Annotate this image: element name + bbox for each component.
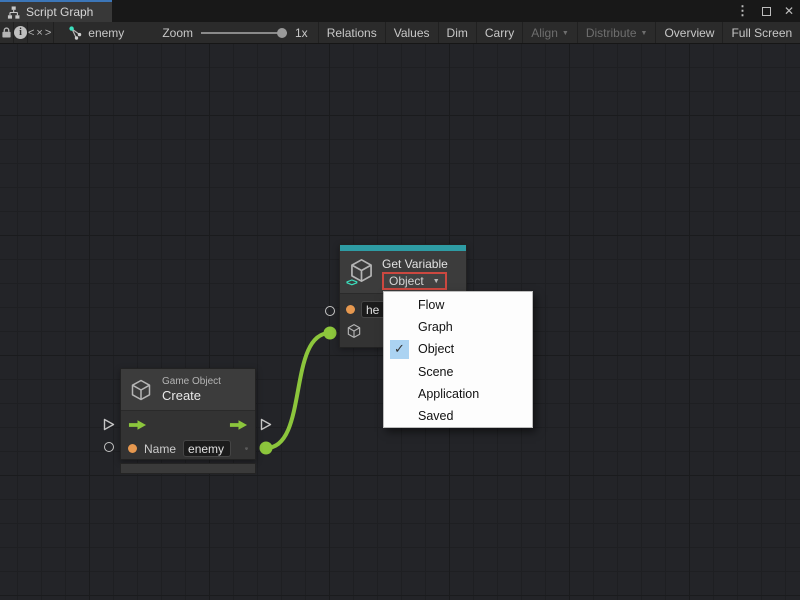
connection-wire[interactable] [266, 333, 330, 448]
zoom-control: Zoom 1x [136, 22, 317, 43]
gameobject-output-icon[interactable] [245, 440, 248, 457]
chevron-down-icon: ▼ [433, 278, 440, 285]
overview-button[interactable]: Overview [655, 22, 722, 43]
lock-icon [0, 26, 13, 39]
chevron-down-icon: ▼ [562, 30, 569, 37]
menu-item-object[interactable]: ✓ Object [384, 338, 532, 360]
get-variable-header[interactable]: <> Get Variable Object ▼ [340, 251, 466, 294]
code-preview-button[interactable]: <×> [28, 22, 54, 43]
flow-in-arrow-icon[interactable] [128, 419, 147, 431]
graph-canvas[interactable]: <> Get Variable Object ▼ [0, 44, 800, 600]
create-node-body: Name [121, 411, 255, 461]
toolbar-button-group: Relations Values Dim Carry Align▼ Distri… [318, 22, 800, 43]
node-type-label: Game Object [162, 376, 221, 387]
check-icon: ✓ [390, 340, 409, 359]
create-name-input-port[interactable] [104, 442, 114, 452]
string-port-icon[interactable] [128, 444, 137, 453]
full-screen-button[interactable]: Full Screen [722, 22, 800, 43]
gameobject-cube-icon [129, 378, 153, 402]
create-flow-input-port[interactable] [103, 418, 115, 431]
create-flow-output-port[interactable] [260, 418, 272, 431]
info-button[interactable]: i [14, 22, 28, 43]
info-icon: i [14, 26, 27, 39]
tab-title: Script Graph [26, 5, 93, 19]
zoom-label: Zoom [162, 26, 193, 40]
zoom-value: 1x [295, 26, 308, 40]
distribute-button: Distribute▼ [577, 22, 656, 43]
menu-item-flow[interactable]: ✓ Flow [384, 294, 532, 316]
name-port-label: Name [144, 442, 176, 456]
scope-value-label: Object [389, 274, 424, 288]
graph-variables-icon [68, 26, 82, 40]
variable-scope-dropdown[interactable]: Object ▼ [382, 272, 447, 290]
code-brackets-icon: <> [346, 277, 357, 289]
window-menu-button[interactable]: ⋮ [736, 3, 749, 19]
menu-item-scene[interactable]: ✓ Scene [384, 361, 532, 383]
variable-scope-menu: ✓ Flow ✓ Graph ✓ Object ✓ Scene ✓ Applic… [383, 291, 533, 428]
maximize-button[interactable] [762, 7, 771, 16]
relations-button[interactable]: Relations [318, 22, 385, 43]
dim-button[interactable]: Dim [438, 22, 476, 43]
menu-item-saved[interactable]: ✓ Saved [384, 405, 532, 427]
lock-button[interactable] [0, 22, 14, 43]
zoom-slider-track [201, 32, 287, 34]
align-button: Align▼ [522, 22, 577, 43]
create-node[interactable]: Game Object Create Name [120, 368, 256, 460]
graph-name-label: enemy [88, 26, 124, 40]
values-button[interactable]: Values [385, 22, 438, 43]
chevron-down-icon: ▼ [641, 30, 648, 37]
flow-out-arrow-icon[interactable] [229, 419, 248, 431]
create-node-footer [120, 463, 256, 474]
window-tab-bar: Script Graph ⋮ ✕ [0, 0, 800, 22]
name-input[interactable] [183, 440, 231, 457]
create-node-header[interactable]: Game Object Create [121, 369, 255, 411]
graph-breadcrumb[interactable]: enemy [54, 22, 136, 43]
carry-button[interactable]: Carry [476, 22, 522, 43]
menu-item-application[interactable]: ✓ Application [384, 383, 532, 405]
node-title: Create [162, 388, 221, 403]
create-gameobject-output-port[interactable] [260, 442, 273, 455]
node-title: Get Variable [382, 257, 448, 271]
zoom-slider[interactable] [201, 28, 287, 38]
graph-toolbar: i <×> enemy Zoom 1x Relations Values Dim… [0, 22, 800, 44]
zoom-slider-handle[interactable] [277, 28, 287, 38]
getvariable-target-input-port[interactable] [324, 327, 337, 340]
tab-script-graph[interactable]: Script Graph [0, 0, 112, 22]
close-button[interactable]: ✕ [784, 4, 794, 18]
getvariable-name-input-port[interactable] [325, 306, 335, 316]
gameobject-port-icon[interactable] [346, 323, 362, 339]
menu-item-graph[interactable]: ✓ Graph [384, 316, 532, 338]
script-graph-icon [7, 6, 20, 19]
string-port-icon[interactable] [346, 305, 355, 314]
